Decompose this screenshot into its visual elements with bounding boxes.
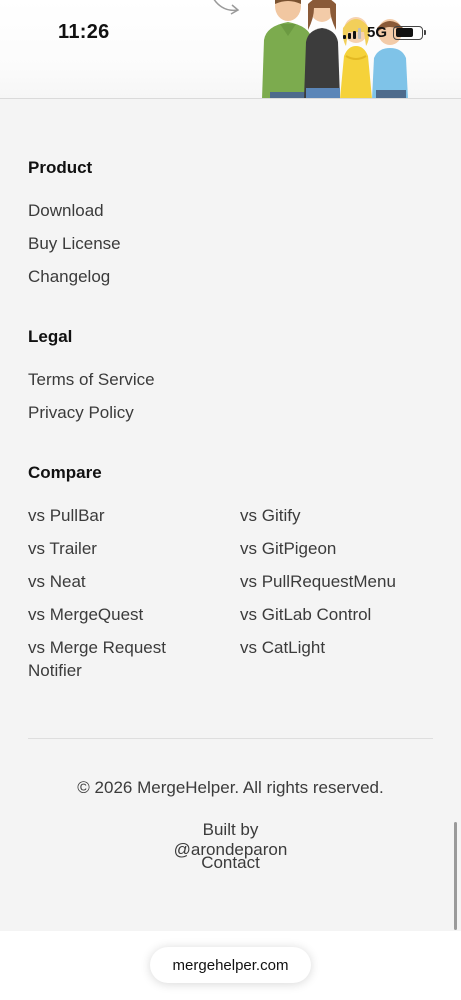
status-time: 11:26 <box>58 21 110 43</box>
link-terms-of-service[interactable]: Terms of Service <box>28 368 155 391</box>
footer-divider <box>28 738 433 739</box>
status-indicators: 5G <box>342 24 426 41</box>
link-vs-mergequest[interactable]: vs MergeQuest <box>28 603 143 626</box>
cellular-signal-icon <box>342 27 361 39</box>
link-vs-pullbar[interactable]: vs PullBar <box>28 504 105 527</box>
link-privacy-policy[interactable]: Privacy Policy <box>28 401 134 424</box>
link-vs-gitify[interactable]: vs Gitify <box>240 504 300 527</box>
link-vs-gitpigeon[interactable]: vs GitPigeon <box>240 537 336 560</box>
section-title-compare: Compare <box>28 463 102 482</box>
link-vs-merge-request-notifier[interactable]: vs Merge Request Notifier <box>28 636 218 682</box>
battery-level <box>395 28 413 37</box>
cartoon-family-image <box>262 0 408 98</box>
link-buy-license[interactable]: Buy License <box>28 232 121 255</box>
copyright-text: © 2026 MergeHelper. All rights reserved. <box>77 778 384 797</box>
browser-bottom-bar: mergehelper.com <box>0 931 461 1000</box>
battery-icon <box>393 25 426 40</box>
link-vs-catlight[interactable]: vs CatLight <box>240 636 325 659</box>
hero-strip: 11:26 5G <box>0 0 461 99</box>
address-bar[interactable]: mergehelper.com <box>150 947 311 983</box>
address-bar-url: mergehelper.com <box>172 956 289 974</box>
section-title-legal: Legal <box>28 327 73 346</box>
scrollbar-thumb[interactable] <box>454 822 457 930</box>
link-vs-neat[interactable]: vs Neat <box>28 570 86 593</box>
link-changelog[interactable]: Changelog <box>28 265 110 288</box>
link-vs-pullrequestmenu[interactable]: vs PullRequestMenu <box>240 570 396 593</box>
contact-link[interactable]: Contact <box>195 853 266 873</box>
network-type: 5G <box>366 24 387 41</box>
link-vs-trailer[interactable]: vs Trailer <box>28 537 97 560</box>
section-title-product: Product <box>28 158 93 177</box>
link-download[interactable]: Download <box>28 199 104 222</box>
link-vs-gitlab-control[interactable]: vs GitLab Control <box>240 603 371 626</box>
